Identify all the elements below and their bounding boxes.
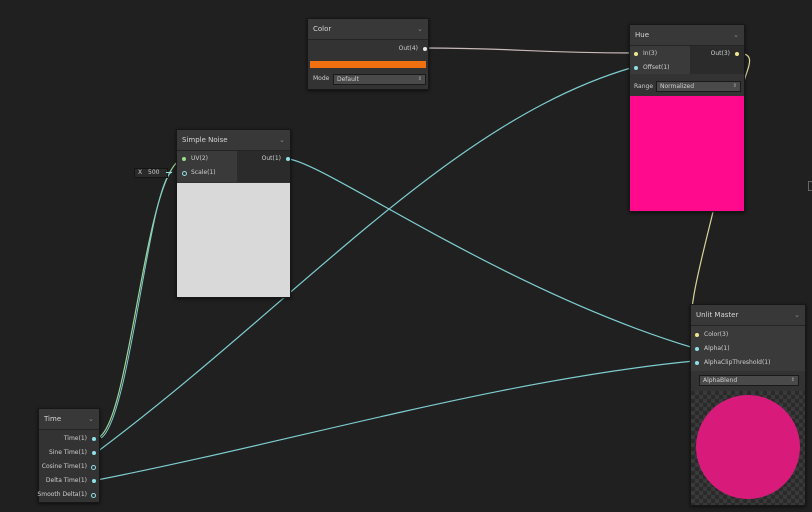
- input-port-icon[interactable]: [634, 52, 638, 56]
- unlit-alpha-port-row[interactable]: Alpha(1): [695, 343, 730, 355]
- color-swatch[interactable]: [310, 61, 426, 68]
- hue-offset-label: Offset(1): [643, 64, 670, 71]
- hue-node[interactable]: Hue ⌄ In(3) Offset(1) Out(3) Range Norma…: [629, 24, 745, 212]
- time-out-label: Sine Time(1): [48, 449, 87, 456]
- range-value: Normalized: [660, 83, 695, 90]
- hue-node-header[interactable]: Hue ⌄: [630, 25, 744, 46]
- time-node-header[interactable]: Time ⌄: [39, 409, 99, 430]
- preview-sphere: [696, 395, 800, 499]
- output-port-icon[interactable]: [286, 157, 290, 161]
- output-port-icon[interactable]: [423, 47, 427, 51]
- time-out-label: Smooth Delta(1): [37, 491, 87, 498]
- hue-out-port-row[interactable]: Out(3): [710, 48, 739, 60]
- time-out-sine[interactable]: Sine Time(1): [48, 447, 96, 459]
- simple-noise-node-header[interactable]: Simple Noise ⌄: [177, 130, 290, 151]
- color-node[interactable]: Color ⌄ Out(4) Mode Default ⇕: [307, 18, 429, 90]
- blend-mode-dropdown[interactable]: AlphaBlend ⇕: [699, 375, 799, 386]
- unlit-alpha-label: Alpha(1): [704, 345, 730, 352]
- noise-out-label: Out(1): [261, 155, 281, 162]
- blend-mode-value: AlphaBlend: [703, 377, 738, 384]
- color-out-port-row[interactable]: Out(4): [398, 43, 427, 55]
- chevron-down-icon[interactable]: ⌄: [794, 305, 800, 325]
- wire-delta-to-alpha-clip: [96, 360, 695, 481]
- hue-preview: [630, 96, 744, 211]
- time-out-cosine[interactable]: Cosine Time(1): [41, 461, 96, 473]
- chevron-down-icon[interactable]: ⌄: [88, 409, 94, 429]
- output-port-icon[interactable]: [92, 451, 96, 455]
- output-port-icon[interactable]: [91, 465, 96, 470]
- range-dropdown[interactable]: Normalized ⇕: [656, 81, 741, 92]
- simple-noise-node-title: Simple Noise: [182, 136, 228, 144]
- unlit-master-node-header[interactable]: Unlit Master ⌄: [691, 305, 805, 326]
- unlit-master-node-title: Unlit Master: [696, 311, 739, 319]
- unlit-alpha-clip-port-row[interactable]: AlphaClipThreshold(1): [695, 357, 771, 369]
- time-out-delta[interactable]: Delta Time(1): [45, 475, 96, 487]
- dropdown-arrow-icon: ⇕: [732, 83, 737, 89]
- noise-scale-port-row[interactable]: Scale(1): [182, 167, 216, 179]
- unlit-color-label: Color(3): [704, 331, 729, 338]
- hue-offset-port-row[interactable]: Offset(1): [634, 62, 670, 74]
- input-port-icon[interactable]: [182, 171, 187, 176]
- input-port-icon[interactable]: [695, 361, 699, 365]
- wire-time-to-scale: [100, 171, 173, 439]
- noise-out-port-row[interactable]: Out(1): [261, 153, 290, 165]
- time-node[interactable]: Time ⌄ Time(1) Sine Time(1) Cosine Time(…: [37, 408, 100, 503]
- unlit-color-port-row[interactable]: Color(3): [695, 329, 729, 341]
- mode-label: Mode: [313, 75, 330, 82]
- hue-in-label: In(3): [643, 50, 658, 57]
- color-node-header[interactable]: Color ⌄: [308, 19, 428, 40]
- chevron-down-icon[interactable]: ⌄: [417, 19, 423, 39]
- input-port-icon[interactable]: [634, 66, 638, 70]
- hue-out-label: Out(3): [710, 50, 730, 57]
- simple-noise-node[interactable]: Simple Noise ⌄ UV(2) Scale(1) Out(1): [176, 129, 291, 298]
- time-out-smooth-delta[interactable]: Smooth Delta(1): [37, 489, 96, 501]
- output-port-icon[interactable]: [91, 493, 96, 498]
- hue-in-port-row[interactable]: In(3): [634, 48, 658, 60]
- color-node-title: Color: [313, 25, 332, 33]
- panel-edge-tab[interactable]: [808, 181, 812, 191]
- dropdown-arrow-icon: ⇕: [417, 76, 422, 82]
- wire-color-to-hue: [422, 47, 635, 54]
- range-label: Range: [634, 83, 654, 90]
- noise-preview: [177, 183, 290, 297]
- time-out-label: Cosine Time(1): [41, 463, 87, 470]
- noise-scale-label: Scale(1): [191, 169, 216, 176]
- chevron-down-icon[interactable]: ⌄: [733, 25, 739, 45]
- color-out-label: Out(4): [398, 45, 418, 52]
- input-port-icon[interactable]: [695, 347, 699, 351]
- time-out-label: Delta Time(1): [45, 477, 87, 484]
- output-port-icon[interactable]: [92, 437, 96, 441]
- chevron-down-icon[interactable]: ⌄: [279, 130, 285, 150]
- scale-x-field[interactable]: X 500: [134, 168, 168, 178]
- input-port-icon[interactable]: [695, 333, 699, 337]
- dropdown-arrow-icon: ⇕: [790, 377, 795, 383]
- time-out-label: Time(1): [63, 435, 87, 442]
- unlit-master-node[interactable]: Unlit Master ⌄ Color(3) Alpha(1) AlphaCl…: [690, 304, 806, 506]
- time-out-time[interactable]: Time(1): [63, 433, 96, 445]
- output-port-icon[interactable]: [735, 52, 739, 56]
- scale-value: 500: [148, 169, 160, 176]
- noise-uv-label: UV(2): [191, 155, 208, 162]
- time-node-title: Time: [44, 415, 62, 423]
- wire-time-to-noise-uv: [96, 158, 184, 439]
- output-port-icon[interactable]: [92, 479, 96, 483]
- unlit-alpha-clip-label: AlphaClipThreshold(1): [704, 359, 771, 366]
- mode-value: Default: [337, 76, 359, 83]
- hue-node-title: Hue: [635, 31, 650, 39]
- scale-axis-label: X: [138, 169, 143, 176]
- input-port-icon[interactable]: [182, 157, 186, 161]
- mode-dropdown[interactable]: Default ⇕: [333, 74, 426, 85]
- noise-uv-port-row[interactable]: UV(2): [182, 153, 208, 165]
- scale-field-connector: [166, 172, 172, 173]
- unlit-preview: [691, 391, 805, 505]
